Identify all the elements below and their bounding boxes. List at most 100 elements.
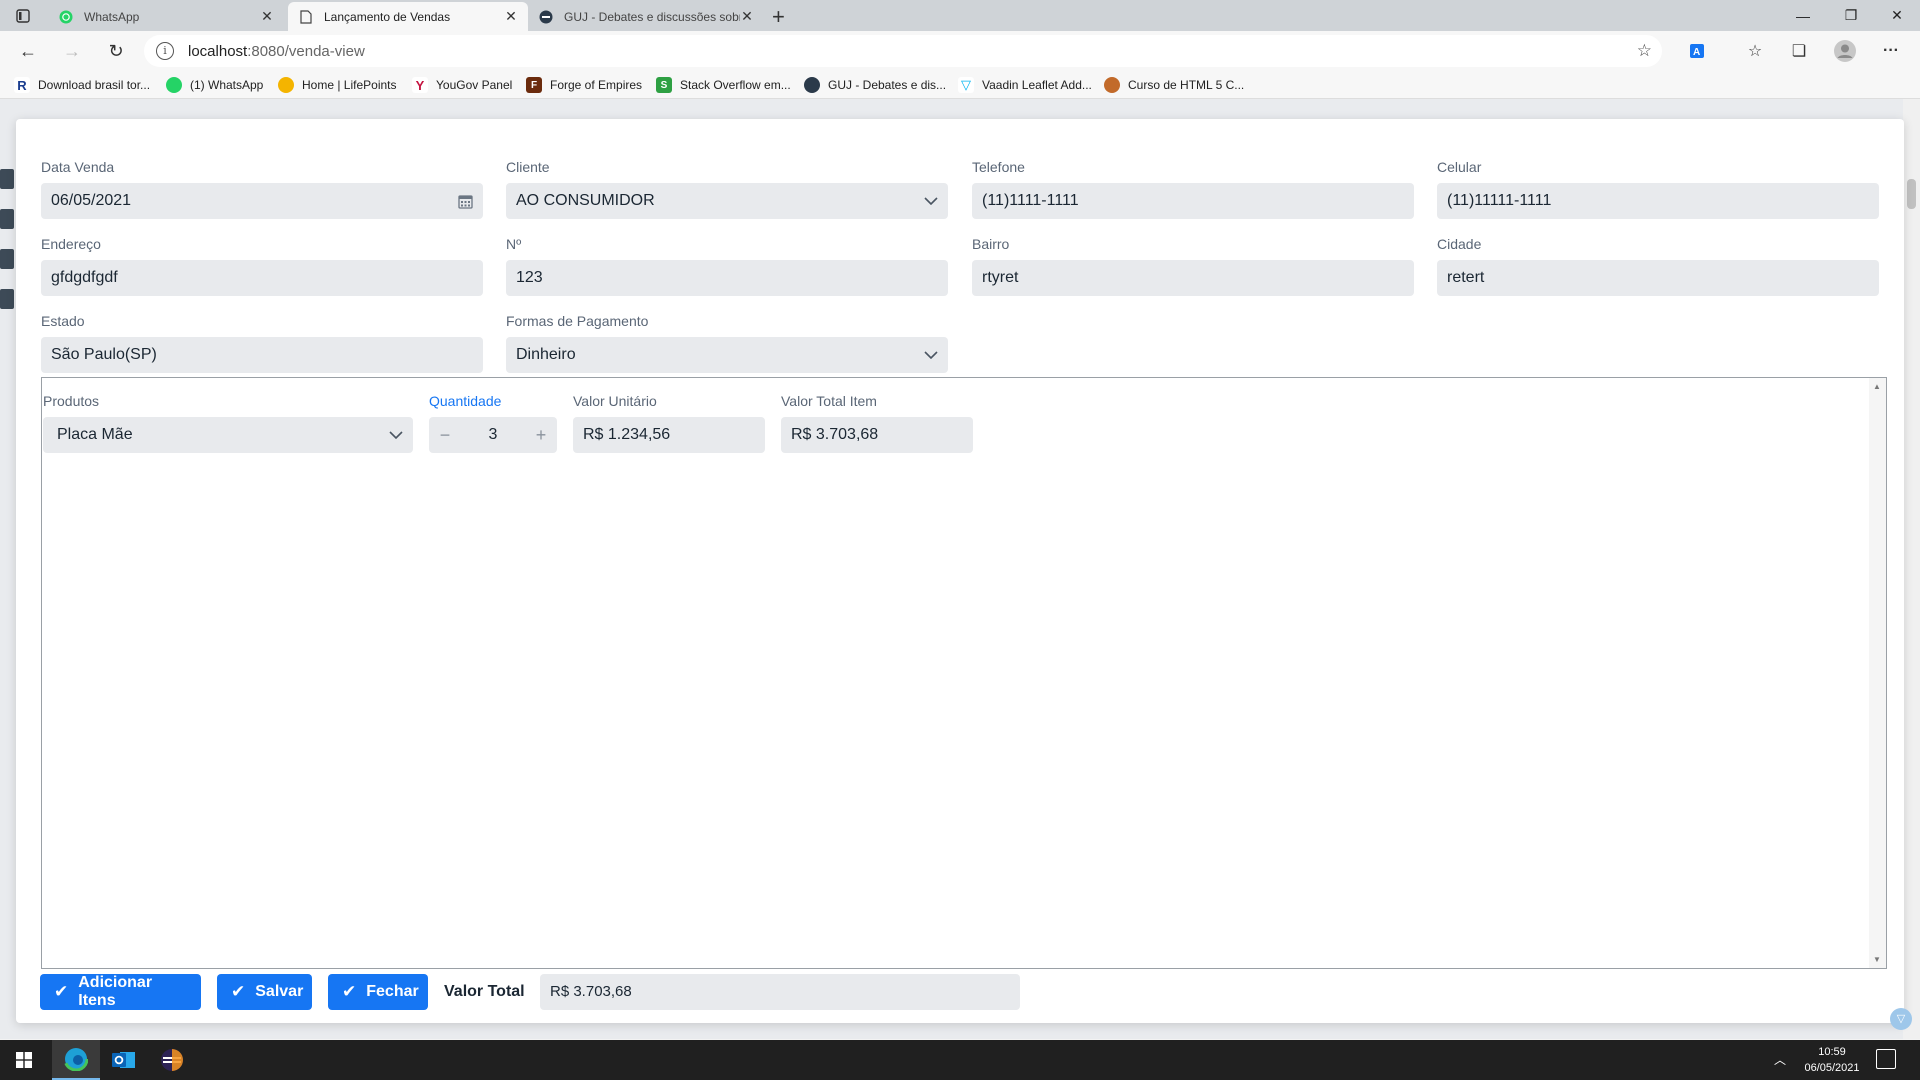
tab-close-icon[interactable]: ✕	[740, 8, 754, 25]
outlook-taskbar-icon[interactable]	[100, 1040, 148, 1080]
calendar-icon[interactable]	[458, 183, 473, 219]
tab-lancamento-vendas[interactable]: Lançamento de Vendas ✕	[288, 2, 528, 31]
valor-total-field[interactable]: R$ 3.703,68	[540, 974, 1020, 1010]
bookmark-item[interactable]: S Stack Overflow em...	[656, 76, 791, 94]
numero-input[interactable]: 123	[506, 260, 948, 296]
more-menu-icon[interactable]: ···	[1878, 39, 1904, 63]
tab-close-icon[interactable]: ✕	[260, 8, 274, 25]
url-field[interactable]: i localhost:8080/venda-view ☆	[144, 35, 1662, 67]
vaadin-devmode-icon[interactable]: ▽	[1890, 1008, 1912, 1030]
clock-date: 06/05/2021	[1804, 1062, 1860, 1074]
endereco-input[interactable]: gfdgdfgdf	[41, 260, 483, 296]
tab-title: Lançamento de Vendas	[324, 9, 451, 24]
check-icon: ✔	[342, 982, 357, 1001]
bookmark-item[interactable]: Y YouGov Panel	[412, 76, 512, 94]
windows-start-icon[interactable]	[0, 1040, 48, 1080]
page-scrollbar[interactable]	[1903, 99, 1920, 1039]
bookmark-item[interactable]: F Forge of Empires	[526, 76, 642, 94]
restore-icon[interactable]: ❐	[1828, 0, 1874, 31]
eclipse-taskbar-icon[interactable]	[148, 1040, 196, 1080]
folder-icon[interactable]	[0, 209, 14, 229]
pagamento-select[interactable]: Dinheiro	[506, 337, 948, 373]
url-text[interactable]: localhost:8080/venda-view	[188, 43, 365, 60]
tab-close-icon[interactable]: ✕	[504, 8, 518, 25]
forward-icon[interactable]: →	[58, 39, 86, 63]
scroll-up-icon[interactable]: ▲	[1873, 382, 1881, 391]
bookmark-item[interactable]: GUJ - Debates e dis...	[804, 76, 946, 94]
valor-total-item-input[interactable]: R$ 3.703,68	[781, 417, 973, 453]
close-window-icon[interactable]: ✕	[1874, 0, 1920, 31]
stackoverflow-icon: S	[656, 77, 672, 93]
site-info-icon[interactable]: i	[156, 42, 174, 60]
lifepoints-icon	[278, 77, 294, 93]
decrement-icon[interactable]: −	[429, 417, 461, 453]
field-label: Valor Total Item	[781, 393, 877, 409]
add-favorite-icon[interactable]: ☆	[1637, 41, 1652, 61]
cidade-field: Cidade retert	[1437, 234, 1879, 296]
whatsapp-icon	[166, 77, 182, 93]
side-menu	[0, 169, 14, 369]
translate-icon[interactable]: A	[1684, 39, 1710, 63]
edge-taskbar-icon[interactable]	[52, 1040, 100, 1080]
tab-title: GUJ - Debates e discussões sobr	[564, 9, 740, 24]
field-label: Celular	[1437, 159, 1482, 175]
chevron-down-icon[interactable]	[389, 417, 403, 453]
chart-icon[interactable]	[0, 289, 14, 309]
notifications-icon[interactable]	[1876, 1049, 1896, 1069]
valor-total-item-field: Valor Total Item R$ 3.703,68	[781, 391, 973, 453]
taskbar-clock[interactable]: 10:59 06/05/2021	[1790, 1044, 1874, 1076]
svg-text:A: A	[1693, 47, 1700, 58]
produto-select[interactable]: Placa Mãe	[43, 417, 413, 453]
minimize-icon[interactable]: —	[1780, 0, 1826, 31]
estado-input[interactable]: São Paulo(SP)	[41, 337, 483, 373]
bookmark-item[interactable]: Curso de HTML 5 C...	[1104, 76, 1244, 94]
address-bar: ← → ↻ i localhost:8080/venda-view ☆ A ☆ …	[0, 31, 1920, 71]
check-icon: ✔	[231, 982, 246, 1001]
bookmarks-bar: R Download brasil tor... (1) WhatsApp Hom…	[0, 71, 1920, 99]
bookmark-item[interactable]: Home | LifePoints	[278, 76, 397, 94]
new-tab-icon[interactable]: +	[772, 4, 785, 30]
valor-unitario-input[interactable]: R$ 1.234,56	[573, 417, 765, 453]
back-icon[interactable]: ←	[14, 39, 42, 63]
tab-actions-icon[interactable]	[10, 6, 36, 26]
increment-icon[interactable]: +	[525, 417, 557, 453]
telefone-input[interactable]: (11)1111-1111	[972, 183, 1414, 219]
money-icon[interactable]	[0, 249, 14, 269]
collections-icon[interactable]: ❏	[1786, 39, 1812, 63]
tab-guj[interactable]: GUJ - Debates e discussões sobr ✕	[528, 2, 764, 31]
field-label: Produtos	[43, 393, 100, 409]
tray-overflow-icon[interactable]: ︿	[1774, 1051, 1786, 1068]
cliente-select[interactable]: AO CONSUMIDOR	[506, 183, 948, 219]
cidade-input[interactable]: retert	[1437, 260, 1879, 296]
data-venda-input[interactable]: 06/05/2021	[41, 183, 483, 219]
field-label: Cidade	[1437, 236, 1482, 252]
bookmark-item[interactable]: ▽ Vaadin Leaflet Add...	[958, 76, 1092, 94]
reload-icon[interactable]: ↻	[102, 39, 130, 63]
profile-avatar[interactable]	[1832, 39, 1858, 63]
items-scrollbar[interactable]: ▲ ▼	[1869, 378, 1886, 968]
fechar-button[interactable]: ✔ Fechar	[328, 974, 428, 1010]
estado-field: Estado São Paulo(SP)	[41, 311, 483, 373]
chevron-down-icon[interactable]	[924, 337, 938, 373]
chevron-down-icon[interactable]	[924, 183, 938, 219]
quantidade-stepper[interactable]: − 3 +	[429, 417, 557, 453]
adicionar-itens-button[interactable]: ✔ Adicionar Itens	[40, 974, 201, 1010]
clock-time: 10:59	[1818, 1046, 1846, 1058]
tab-whatsapp[interactable]: WhatsApp ✕	[48, 2, 284, 31]
windows-taskbar: ︿ 10:59 06/05/2021	[0, 1040, 1920, 1080]
salvar-button[interactable]: ✔ Salvar	[217, 974, 312, 1010]
celular-field: Celular (11)11111-1111	[1437, 157, 1879, 219]
scroll-down-icon[interactable]: ▼	[1873, 955, 1881, 964]
bookmark-item[interactable]: R Download brasil tor...	[14, 76, 150, 94]
quantidade-value[interactable]: 3	[461, 417, 525, 453]
data-venda-field: Data Venda 06/05/2021	[41, 157, 483, 219]
endereco-field: Endereço gfdgdfgdf	[41, 234, 483, 296]
home-icon[interactable]	[0, 169, 14, 189]
celular-input[interactable]: (11)11111-1111	[1437, 183, 1879, 219]
bookmark-item[interactable]: (1) WhatsApp	[166, 76, 263, 94]
field-label: Bairro	[972, 236, 1010, 252]
check-icon: ✔	[54, 982, 69, 1001]
tab-strip: WhatsApp ✕ Lançamento de Vendas ✕ GUJ - …	[0, 0, 1920, 31]
bairro-input[interactable]: rtyret	[972, 260, 1414, 296]
favorites-icon[interactable]: ☆	[1742, 39, 1768, 63]
